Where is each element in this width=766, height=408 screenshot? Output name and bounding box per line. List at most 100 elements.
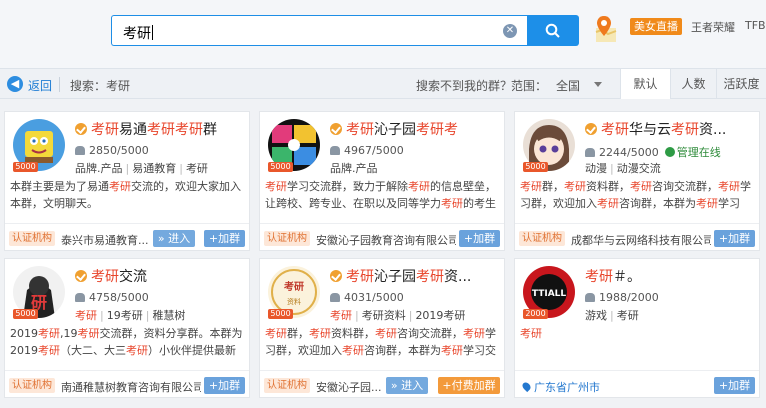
top-bar: 考研 ✕ 美女直播 王者荣耀 TFBOYS xyxy=(0,0,766,68)
check-icon xyxy=(664,147,675,157)
capacity-badge: 5000 xyxy=(268,162,293,172)
capacity-badge: 5000 xyxy=(268,309,293,319)
tab-default[interactable]: 默认 xyxy=(620,69,670,99)
group-title[interactable]: 考研易通考研考研群 xyxy=(91,119,241,139)
capacity-badge: 2000 xyxy=(523,309,548,319)
live-badge[interactable]: 美女直播 xyxy=(630,18,682,35)
org-name: 安徽沁子园教育咨询有限公司 xyxy=(316,234,456,247)
group-description: 考研 xyxy=(520,327,542,340)
group-card[interactable]: 5000 考研易通考研考研群 2850/5000 品牌.产品 | 易通教育 | 考研 本… xyxy=(4,111,250,251)
paid-join-button[interactable]: +付费加群 xyxy=(438,377,500,394)
members-icon xyxy=(75,293,85,302)
certified-badge: 认证机构 xyxy=(519,231,565,246)
org-name: 泰兴市易通教育... xyxy=(61,234,149,247)
location-label: 广东省广州市 xyxy=(520,379,600,395)
search-term-label: 搜索：考研 xyxy=(70,79,131,93)
group-card[interactable]: TTIALL 2000 考研＃。 1988/2000 游戏 | 考研 考研 广东省广… xyxy=(514,258,760,398)
group-description: 考研群，考研资料群，考研咨询交流群，考研学习群，欢迎加入考研咨询群，本群为考研学… xyxy=(265,327,496,357)
group-tags: 考研 | 19考研 | 稚慧树 xyxy=(75,309,186,322)
group-card[interactable]: 5000 考研沁子园考研考 4967/5000 品牌.产品 考研学习交流群，致力… xyxy=(259,111,505,251)
member-count: 2850/5000 xyxy=(75,144,149,157)
verified-icon xyxy=(585,123,597,135)
chevron-down-icon[interactable] xyxy=(594,82,602,87)
svg-text:TTIALL: TTIALL xyxy=(532,289,567,299)
certified-badge: 认证机构 xyxy=(264,231,310,246)
certified-badge: 认证机构 xyxy=(9,378,55,393)
group-description: 2019考研,19考研交流群，资料分享群。本群为2019考研（大二、大三考研）小… xyxy=(10,327,243,357)
card-footer: 广东省广州市 +加群 xyxy=(515,370,759,398)
clear-circle-icon[interactable]: ✕ xyxy=(503,24,517,38)
group-title[interactable]: 考研＃。 xyxy=(585,266,735,286)
certified-badge: 认证机构 xyxy=(9,231,55,246)
group-title[interactable]: 考研沁子园考研考 xyxy=(346,119,496,139)
join-button[interactable]: +加群 xyxy=(204,230,245,247)
group-tags: 动漫 | 动漫交流 xyxy=(585,162,661,175)
card-footer: 认证机构 南通稚慧树教育咨询有限公司 +加群 xyxy=(5,370,249,398)
member-count: 1988/2000 xyxy=(585,291,659,304)
group-tags: 品牌.产品 | 易通教育 | 考研 xyxy=(75,162,208,175)
group-description: 考研群，考研资料群，考研咨询交流群，考研学习群，欢迎加入考研咨询群，本群为考研学… xyxy=(520,180,751,210)
location-pin-icon xyxy=(520,380,533,393)
verified-icon xyxy=(75,123,87,135)
join-button[interactable]: +加群 xyxy=(714,230,755,247)
group-card[interactable]: 5000 考研华与云考研资... 2244/5000 管理在线 动漫 | 动漫交流 考… xyxy=(514,111,760,251)
group-card[interactable]: 考研 资料 5000 考研沁子园考研资... 4031/5000 考研 | 考研资料… xyxy=(259,258,505,398)
group-card[interactable]: 研 5000 考研交流 4758/5000 考研 | 19考研 | 稚慧树 2019考研… xyxy=(4,258,250,398)
capacity-badge: 5000 xyxy=(13,309,38,319)
capacity-badge: 5000 xyxy=(523,162,548,172)
verified-icon xyxy=(75,270,87,282)
search-button[interactable] xyxy=(527,15,579,46)
svg-text:资料: 资料 xyxy=(287,297,301,306)
member-count: 4031/5000 xyxy=(330,291,404,304)
svg-text:考研: 考研 xyxy=(284,280,304,293)
search-input-value[interactable]: 考研 xyxy=(123,23,153,43)
group-description: 考研学习交流群，致力于解除考研的信息壁垒，让跨校、跨专业、在职以及同等学力考研的… xyxy=(265,180,496,210)
member-count: 2244/5000 管理在线 xyxy=(585,144,721,160)
join-button[interactable]: +加群 xyxy=(204,377,245,394)
back-button[interactable]: 返回 xyxy=(28,77,52,94)
group-title[interactable]: 考研华与云考研资... xyxy=(601,119,751,139)
members-icon xyxy=(585,293,595,302)
group-tags: 品牌.产品 xyxy=(330,162,378,175)
join-button[interactable]: +加群 xyxy=(714,377,755,394)
member-count: 4758/5000 xyxy=(75,291,149,304)
org-name: 南通稚慧树教育咨询有限公司 xyxy=(61,381,201,394)
card-footer: 认证机构 泰兴市易通教育... » 进入 +加群 xyxy=(5,223,249,251)
search-input[interactable]: 考研 ✕ xyxy=(111,15,527,46)
card-footer: 认证机构 安徽沁子园教育咨询有限公司 +加群 xyxy=(260,223,504,251)
divider xyxy=(59,77,60,92)
search-icon xyxy=(545,23,560,38)
back-arrow-icon[interactable]: ◀ xyxy=(7,76,23,92)
range-dropdown[interactable]: 全国 xyxy=(556,77,580,94)
group-title[interactable]: 考研沁子园考研资... xyxy=(346,266,496,286)
verified-icon xyxy=(330,123,342,135)
map-pin-icon[interactable] xyxy=(594,14,618,44)
group-tags: 考研 | 考研资料 | 2019考研 xyxy=(330,309,466,322)
verified-icon xyxy=(330,270,342,282)
filter-bar: ◀ 返回 搜索：考研 搜索不到我的群？ 范围： 全国 默认 人数 活跃度 xyxy=(0,68,766,99)
range-label: 范围： xyxy=(511,79,548,93)
tab-members[interactable]: 人数 xyxy=(670,69,716,99)
enter-button[interactable]: » 进入 xyxy=(153,230,195,247)
capacity-badge: 5000 xyxy=(13,162,38,172)
join-button[interactable]: +加群 xyxy=(459,230,500,247)
top-link-1[interactable]: 王者荣耀 xyxy=(691,19,735,35)
members-icon xyxy=(585,148,595,157)
org-name: 安徽沁子园... xyxy=(316,381,382,394)
org-name: 成都华与云网络科技有限公司 xyxy=(571,234,711,247)
card-footer: 认证机构 安徽沁子园... » 进入 +付费加群 xyxy=(260,370,504,398)
group-title[interactable]: 考研交流 xyxy=(91,266,241,286)
tab-activity[interactable]: 活跃度 xyxy=(716,69,766,99)
members-icon xyxy=(330,293,340,302)
members-icon xyxy=(330,146,340,155)
members-icon xyxy=(75,146,85,155)
certified-badge: 认证机构 xyxy=(264,378,310,393)
not-found-link[interactable]: 搜索不到我的群？ xyxy=(416,77,512,94)
top-link-2[interactable]: TFBOYS xyxy=(745,19,766,32)
enter-button[interactable]: » 进入 xyxy=(386,377,428,394)
group-tags: 游戏 | 考研 xyxy=(585,309,639,322)
admin-online-badge: 管理在线 xyxy=(664,146,721,159)
card-footer: 认证机构 成都华与云网络科技有限公司 +加群 xyxy=(515,223,759,251)
group-description: 本群主要是为了易通考研交流的，欢迎大家加入本群，文明聊天。 xyxy=(10,180,241,210)
member-count: 4967/5000 xyxy=(330,144,404,157)
